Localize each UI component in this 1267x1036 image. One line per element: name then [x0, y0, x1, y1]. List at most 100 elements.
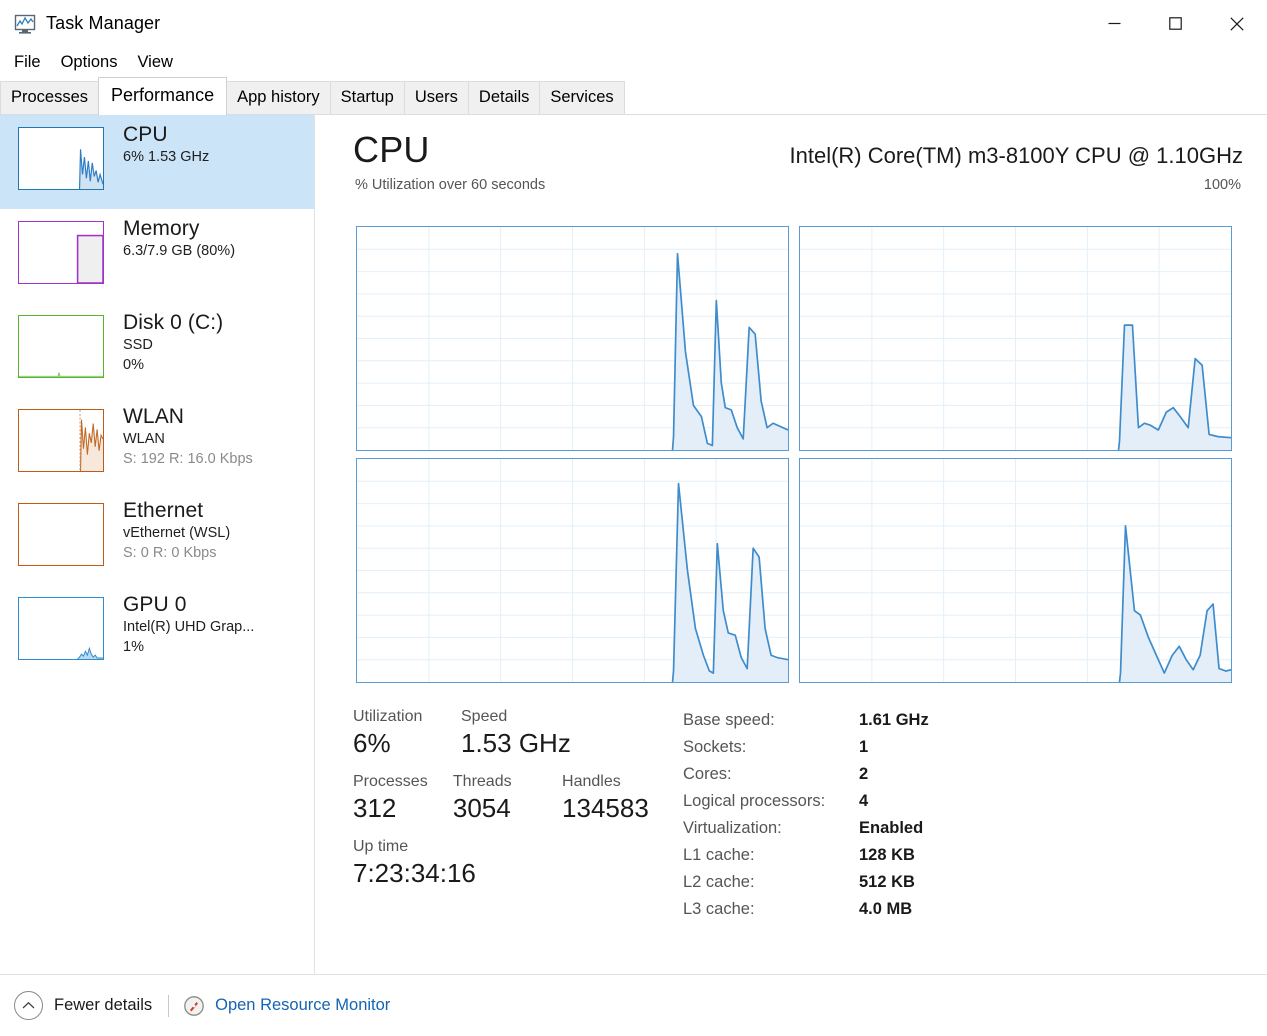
- cpu-spec-list: Base speed: 1.61 GHz Sockets: 1 Cores: 2…: [683, 711, 929, 927]
- spec-l3-cache-value: 4.0 MB: [859, 900, 913, 918]
- task-manager-window: Task Manager File Options View Processes…: [0, 0, 1267, 1036]
- ethernet-thumbnail-graph: [18, 503, 104, 566]
- sidebar-item-disk0-line1: SSD: [123, 336, 153, 353]
- handles-value: 134583: [562, 793, 649, 823]
- sidebar-item-gpu0-title: GPU 0: [123, 593, 187, 616]
- sidebar-item-ethernet-title: Ethernet: [123, 499, 204, 522]
- spec-logical-processors-key: Logical processors:: [683, 792, 826, 810]
- sidebar-item-gpu0[interactable]: GPU 0 Intel(R) UHD Grap... 1%: [0, 585, 314, 679]
- menu-item-view[interactable]: View: [128, 50, 181, 75]
- stats-row3-values: 7:23:34:16: [353, 858, 673, 889]
- stats-left-column: Utilization Speed 6% 1.53 GHz Processes …: [353, 708, 673, 889]
- processes-value: 312: [353, 793, 397, 823]
- sidebar-item-ethernet-line2: S: 0 R: 0 Kbps: [123, 545, 217, 562]
- gpu-thumbnail-graph: [18, 597, 104, 660]
- sidebar-item-wlan-text: WLAN WLAN S: 192 R: 16.0 Kbps: [123, 405, 253, 470]
- sidebar-item-cpu-text: CPU 6% 1.53 GHz: [123, 123, 209, 167]
- chevron-up-icon: [14, 991, 43, 1020]
- sidebar-item-disk0-title: Disk 0 (C:): [123, 311, 224, 334]
- sidebar-item-wlan-title: WLAN: [123, 405, 185, 428]
- spec-virtualization-key: Virtualization:: [683, 819, 782, 837]
- performance-main-panel: CPU Intel(R) Core(TM) m3-8100Y CPU @ 1.1…: [315, 115, 1267, 975]
- tab-app-history[interactable]: App history: [226, 81, 331, 114]
- cpu-model-label: Intel(R) Core(TM) m3-8100Y CPU @ 1.10GHz: [789, 143, 1244, 168]
- spec-cores: Cores: 2: [683, 765, 929, 792]
- spec-base-speed-value: 1.61 GHz: [859, 711, 929, 729]
- spec-virtualization-value: Enabled: [859, 819, 924, 837]
- maximize-button[interactable]: [1145, 0, 1206, 47]
- handles-label: Handles: [562, 773, 621, 790]
- spec-base-speed: Base speed: 1.61 GHz: [683, 711, 929, 738]
- memory-thumbnail-graph: [18, 221, 104, 284]
- tab-details[interactable]: Details: [467, 81, 541, 114]
- sidebar-item-disk0-line2: 0%: [123, 357, 144, 374]
- minimize-button[interactable]: [1084, 0, 1145, 47]
- sidebar-item-memory-text: Memory 6.3/7.9 GB (80%): [123, 217, 235, 261]
- utilization-label: Utilization: [353, 708, 423, 725]
- uptime-label: Up time: [353, 838, 409, 855]
- sidebar-item-disk0[interactable]: Disk 0 (C:) SSD 0%: [0, 303, 314, 397]
- uptime-value: 7:23:34:16: [353, 858, 476, 888]
- menu-item-options[interactable]: Options: [52, 50, 127, 75]
- spec-l1-cache-value: 128 KB: [859, 846, 915, 864]
- cpu-graph-0[interactable]: [356, 226, 789, 451]
- sidebar-item-memory[interactable]: Memory 6.3/7.9 GB (80%): [0, 209, 314, 303]
- fewer-details-button[interactable]: Fewer details: [14, 991, 152, 1020]
- spec-l2-cache-value: 512 KB: [859, 873, 915, 891]
- sidebar-item-ethernet[interactable]: Ethernet vEthernet (WSL) S: 0 R: 0 Kbps: [0, 491, 314, 585]
- open-resource-monitor-link[interactable]: Open Resource Monitor: [183, 995, 390, 1017]
- spec-base-speed-key: Base speed:: [683, 711, 775, 729]
- sidebar-item-wlan-line1: WLAN: [123, 430, 165, 447]
- menu-bar: File Options View: [0, 47, 1267, 78]
- title-bar: Task Manager: [0, 0, 1267, 47]
- close-button[interactable]: [1206, 0, 1267, 47]
- tab-services[interactable]: Services: [539, 81, 625, 114]
- spec-cores-value: 2: [859, 765, 869, 783]
- tab-performance[interactable]: Performance: [98, 76, 228, 115]
- utilization-value: 6%: [353, 728, 391, 758]
- resource-sidebar: CPU 6% 1.53 GHz Memory 6.3/7.9 GB (80%): [0, 115, 315, 975]
- spec-l1-cache-key: L1 cache:: [683, 846, 755, 864]
- footer-divider: [168, 994, 170, 1017]
- spec-logical-processors-value: 4: [859, 792, 869, 810]
- tab-strip: Processes Performance App history Startu…: [0, 76, 1267, 115]
- axis-y-max-label: 100%: [1203, 177, 1241, 193]
- sidebar-item-cpu-title: CPU: [123, 123, 168, 146]
- tab-processes[interactable]: Processes: [0, 81, 100, 114]
- sidebar-item-disk0-text: Disk 0 (C:) SSD 0%: [123, 311, 223, 376]
- sidebar-item-cpu[interactable]: CPU 6% 1.53 GHz: [0, 115, 314, 209]
- stats-row2-labels: Processes Threads Handles: [353, 773, 673, 791]
- stats-row3-labels: Up time: [353, 838, 673, 856]
- wlan-thumbnail-graph: [18, 409, 104, 472]
- spec-l2-cache: L2 cache: 512 KB: [683, 873, 929, 900]
- task-manager-icon: [14, 13, 36, 35]
- threads-label: Threads: [452, 773, 512, 790]
- main-header: CPU Intel(R) Core(TM) m3-8100Y CPU @ 1.1…: [315, 115, 1267, 177]
- spec-cores-key: Cores:: [683, 765, 732, 783]
- stats-row-spacer-2: [353, 824, 673, 838]
- sidebar-item-ethernet-line1: vEthernet (WSL): [123, 524, 231, 541]
- cpu-thumbnail-graph: [18, 127, 104, 190]
- disk-thumbnail-graph: [18, 315, 104, 378]
- tab-startup[interactable]: Startup: [329, 81, 405, 114]
- tab-users[interactable]: Users: [403, 81, 469, 114]
- cpu-graph-3[interactable]: [799, 458, 1232, 683]
- fewer-details-label: Fewer details: [54, 996, 153, 1014]
- cpu-graph-2[interactable]: [356, 458, 789, 683]
- spec-virtualization: Virtualization: Enabled: [683, 819, 929, 846]
- sidebar-item-memory-line1: 6.3/7.9 GB (80%): [123, 242, 236, 259]
- stats-row1-values: 6% 1.53 GHz: [353, 728, 673, 759]
- speed-label: Speed: [461, 708, 508, 725]
- cpu-graph-1[interactable]: [799, 226, 1232, 451]
- spec-sockets-key: Sockets:: [683, 738, 747, 756]
- spec-l1-cache: L1 cache: 128 KB: [683, 846, 929, 873]
- sidebar-item-gpu0-line1: Intel(R) UHD Grap...: [123, 618, 255, 635]
- page-title: CPU: [353, 129, 430, 170]
- processes-label: Processes: [353, 773, 428, 790]
- logical-processor-graphs: [356, 226, 1232, 683]
- menu-item-file[interactable]: File: [5, 50, 50, 75]
- sidebar-item-memory-title: Memory: [123, 217, 200, 240]
- axis-caption-row: % Utilization over 60 seconds 100%: [315, 177, 1267, 199]
- sidebar-item-wlan[interactable]: WLAN WLAN S: 192 R: 16.0 Kbps: [0, 397, 314, 491]
- sidebar-item-wlan-line2: S: 192 R: 16.0 Kbps: [123, 451, 253, 468]
